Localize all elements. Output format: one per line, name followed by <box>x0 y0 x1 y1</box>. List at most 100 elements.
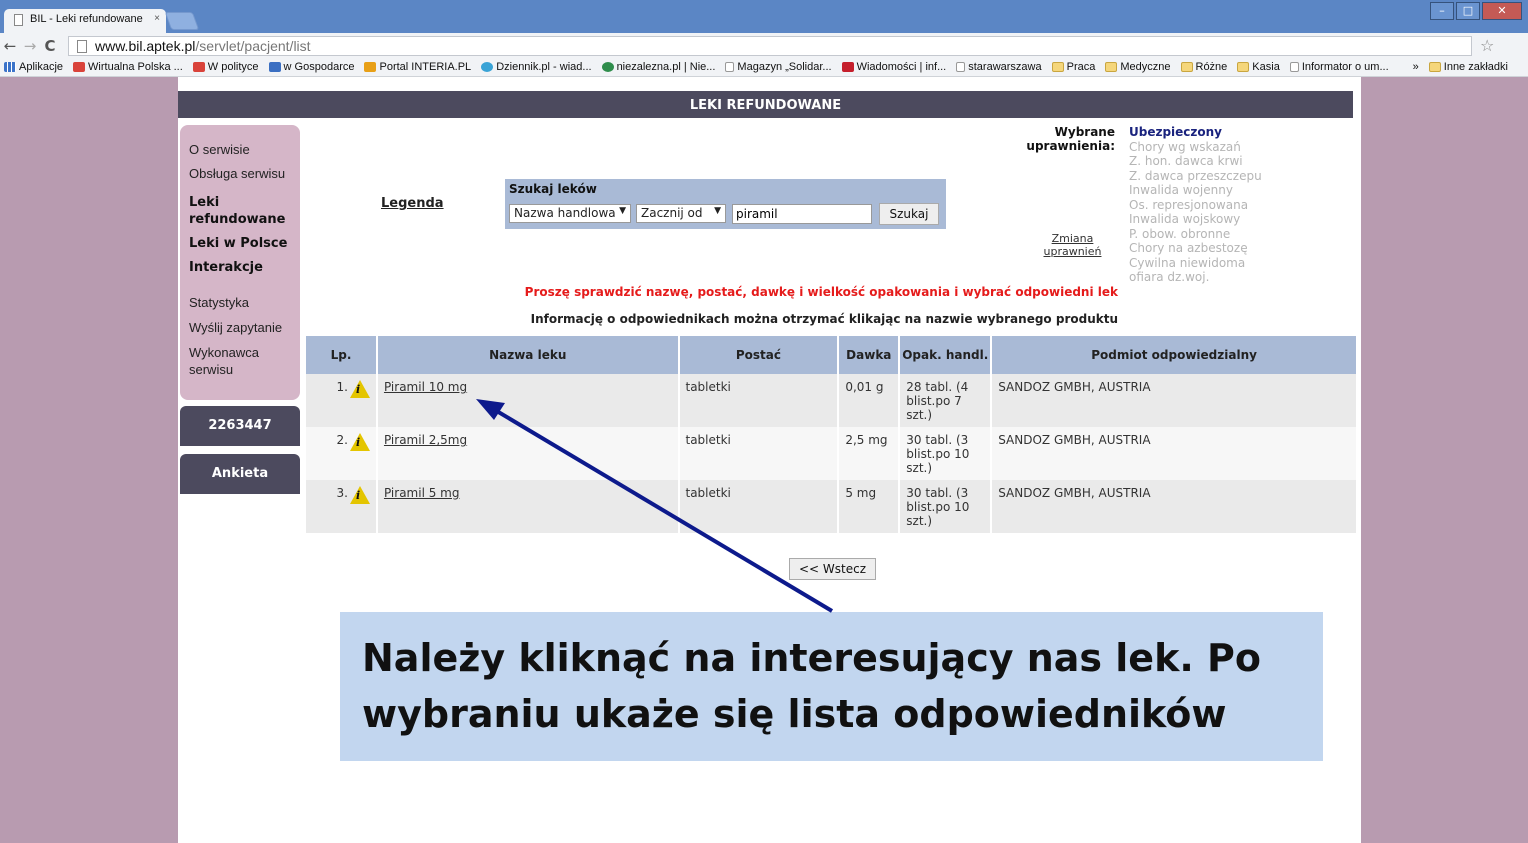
address-bar-row: ← → C www.bil.aptek.pl/servlet/pacjent/l… <box>0 33 1528 58</box>
table-row: 1. i Piramil 10 mg tabletki 0,01 g 28 tab… <box>306 374 1358 427</box>
row-number: 3. <box>336 486 348 500</box>
back-button[interactable]: << Wstecz <box>789 558 876 580</box>
bookmark-item[interactable]: Informator o um... <box>1289 61 1389 73</box>
row-number: 2. <box>336 433 348 447</box>
callout-line-2: wybraniu ukaże się lista odpowiedników <box>362 692 1227 736</box>
bookmark-label: Magazyn „Solidar... <box>737 61 832 73</box>
row-pack: 28 tabl. (4 blist.po 7 szt.) <box>899 374 993 427</box>
visit-counter: 2263447 <box>180 406 300 446</box>
url-path: /servlet/pacjent/list <box>195 37 311 54</box>
drug-link[interactable]: Piramil 2,5mg <box>384 433 467 447</box>
maximize-icon[interactable]: □ <box>1456 2 1480 20</box>
permission-item: Z. hon. dawca krwi <box>1129 154 1243 168</box>
col-header-form: Postać <box>678 336 840 374</box>
bookmark-item[interactable]: W polityce <box>192 61 259 73</box>
browser-tab[interactable]: BIL - Leki refundowane × <box>4 9 166 33</box>
row-form: tabletki <box>678 374 840 427</box>
warning-icon[interactable]: i <box>349 486 370 504</box>
menu-item-send-query[interactable]: Wyślij zapytanie <box>189 319 300 336</box>
bookmark-folder[interactable]: Medyczne <box>1105 61 1171 73</box>
browser-titlebar <box>0 0 1528 33</box>
bookmark-item[interactable]: niezalezna.pl | Nie... <box>601 61 715 73</box>
menu-item-drugs-poland[interactable]: Leki w Polsce <box>189 235 300 252</box>
bookmarks-more[interactable]: » <box>1413 61 1419 73</box>
bookmark-apps[interactable]: Aplikacje <box>4 61 63 73</box>
menu-item-refunded[interactable]: Leki refundowane <box>189 194 289 228</box>
bookmark-item[interactable]: Portal INTERIA.PL <box>364 61 471 73</box>
bookmark-star-icon[interactable]: ☆ <box>1480 36 1494 55</box>
menu-item-service[interactable]: Obsługa serwisu <box>189 165 300 182</box>
select-value: Nazwa handlowa <box>514 206 616 220</box>
col-header-dose: Dawka <box>838 336 901 374</box>
col-header-name: Nazwa leku <box>376 336 680 374</box>
bookmark-folder[interactable]: Różne <box>1180 61 1228 73</box>
row-pack: 30 tabl. (3 blist.po 10 szt.) <box>899 427 993 480</box>
forward-arrow-icon[interactable]: → <box>20 37 40 55</box>
folder-icon <box>1180 62 1193 72</box>
survey-button[interactable]: Ankieta <box>180 454 300 494</box>
warning-icon[interactable]: i <box>349 433 370 451</box>
bookmark-label: Medyczne <box>1120 61 1171 73</box>
bookmark-label: Różne <box>1195 61 1228 73</box>
warning-icon[interactable]: i <box>349 380 370 398</box>
bookmark-label: Portal INTERIA.PL <box>379 61 472 73</box>
warning-message: Proszę sprawdzić nazwę, postać, dawkę i … <box>524 285 1118 299</box>
row-company: SANDOZ GMBH, AUSTRIA <box>991 480 1358 533</box>
wp-icon <box>73 62 86 72</box>
search-field-select[interactable]: Nazwa handlowa ▼ <box>509 204 631 223</box>
bookmark-item[interactable]: starawarszawa <box>956 61 1042 73</box>
tab-close-icon[interactable]: × <box>154 13 160 24</box>
col-header-company: Podmiot odpowiedzialny <box>991 336 1358 374</box>
permission-item: Chory na azbestozę <box>1129 241 1248 255</box>
page-icon <box>956 62 966 72</box>
bookmarks-bar: Aplikacje Wirtualna Polska ... W polityc… <box>0 58 1528 77</box>
row-pack: 30 tabl. (3 blist.po 10 szt.) <box>899 480 993 533</box>
change-permissions-link[interactable]: Zmiana uprawnień <box>1040 232 1105 258</box>
search-mode-select[interactable]: Zacznij od ▼ <box>636 204 726 223</box>
back-arrow-icon[interactable]: ← <box>0 37 20 55</box>
bookmark-folder[interactable]: Kasia <box>1237 61 1280 73</box>
url-input[interactable]: www.bil.aptek.pl/servlet/pacjent/list <box>68 35 1472 56</box>
bookmark-item[interactable]: Wiadomości | inf... <box>841 61 946 73</box>
row-name: Piramil 2,5mg <box>376 427 680 480</box>
more-chevron-icon: » <box>1412 61 1419 73</box>
interia-icon <box>364 62 377 72</box>
search-button[interactable]: Szukaj <box>879 203 939 225</box>
bookmark-item[interactable]: w Gospodarce <box>268 61 354 73</box>
bookmark-label: Aplikacje <box>19 61 64 73</box>
dziennik-icon <box>481 62 494 72</box>
bookmark-label: W polityce <box>207 61 259 73</box>
bookmark-folder[interactable]: Praca <box>1051 61 1095 73</box>
table-row: 2. i Piramil 2,5mg tabletki 2,5 mg 30 tab… <box>306 427 1358 480</box>
drug-link[interactable]: Piramil 10 mg <box>384 380 467 394</box>
row-name: Piramil 5 mg <box>376 480 680 533</box>
info-message: Informację o odpowiednikach można otrzym… <box>530 312 1118 326</box>
page-icon <box>1289 62 1299 72</box>
bookmark-label: Inne zakładki <box>1443 61 1508 73</box>
instruction-callout: Należy kliknąć na interesujący nas lek. … <box>340 612 1323 761</box>
menu-item-statistics[interactable]: Statystyka <box>189 294 300 311</box>
page-icon <box>725 62 735 72</box>
row-dose: 0,01 g <box>838 374 901 427</box>
window-close-icon[interactable]: ✕ <box>1482 2 1522 20</box>
dropdown-arrow-icon: ▼ <box>619 206 626 216</box>
drug-link[interactable]: Piramil 5 mg <box>384 486 460 500</box>
col-header-pack: Opak. handl. <box>899 336 993 374</box>
menu-item-interactions[interactable]: Interakcje <box>189 259 300 276</box>
reload-icon[interactable]: C <box>40 37 60 55</box>
table-row: 3. i Piramil 5 mg tabletki 5 mg 30 tabl. … <box>306 480 1358 533</box>
permission-item: Ubezpieczony <box>1129 125 1223 139</box>
menu-item-about[interactable]: O serwisie <box>189 141 300 158</box>
bookmark-item[interactable]: Wirtualna Polska ... <box>73 61 183 73</box>
bookmark-item[interactable]: Magazyn „Solidar... <box>725 61 832 73</box>
legend-link[interactable]: Legenda <box>381 196 444 211</box>
bookmark-item[interactable]: Dziennik.pl - wiad... <box>481 61 592 73</box>
menu-item-author[interactable]: Wykonawca serwisu <box>189 344 279 378</box>
permission-item: Chory wg wskazań <box>1129 139 1241 154</box>
folder-icon <box>1428 62 1441 72</box>
bookmark-label: Dziennik.pl - wiad... <box>496 61 592 73</box>
search-input[interactable]: piramil <box>732 204 872 224</box>
other-bookmarks[interactable]: Inne zakładki <box>1428 61 1508 73</box>
minimize-icon[interactable]: – <box>1430 2 1454 20</box>
table-header-row: Lp. Nazwa leku Postać Dawka Opak. handl.… <box>306 336 1358 374</box>
